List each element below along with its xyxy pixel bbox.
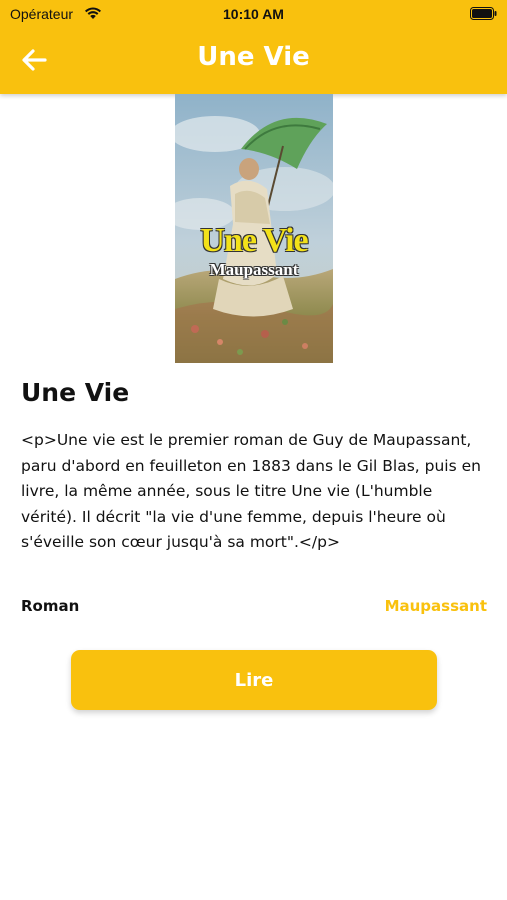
read-button[interactable]: Lire [71, 650, 437, 710]
app-header: Opérateur 10:10 AM Une Vie [0, 0, 507, 94]
status-time: 10:10 AM [223, 6, 284, 22]
author-link[interactable]: Maupassant [385, 597, 487, 615]
page-title: Une Vie [197, 42, 310, 72]
book-description: <p>Une vie est le premier roman de Guy d… [21, 431, 481, 551]
status-bar: Opérateur 10:10 AM [0, 0, 507, 28]
book-cover: Une Vie Maupassant [175, 94, 333, 363]
cover-title: Une Vie [200, 222, 308, 259]
battery-icon [470, 7, 497, 20]
nav-bar: Une Vie [0, 28, 507, 94]
book-title: Une Vie [21, 378, 130, 407]
cover-author: Maupassant [209, 260, 299, 279]
genre-label: Roman [21, 597, 80, 615]
